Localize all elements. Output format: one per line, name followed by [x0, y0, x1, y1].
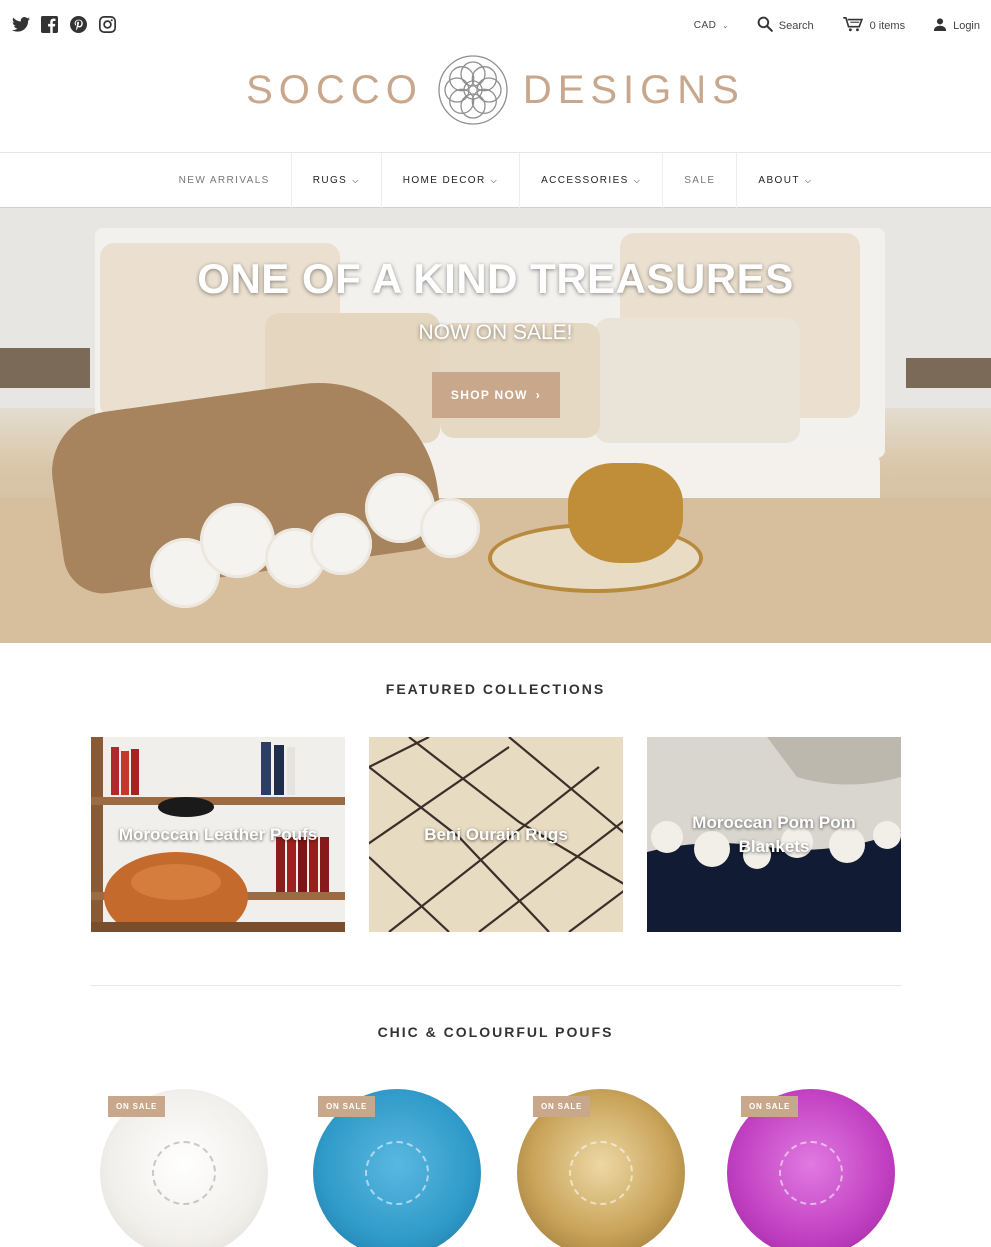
logo-right-word: DESIGNS	[522, 67, 745, 112]
cart-link[interactable]: 0 items	[842, 16, 905, 35]
pouf-stitching	[779, 1141, 843, 1205]
hero-image-nightstand	[906, 358, 991, 388]
pouf-stitching	[569, 1141, 633, 1205]
collection-card-poufs[interactable]: Moroccan Leather Poufs	[91, 737, 345, 932]
pinterest-icon[interactable]	[69, 15, 88, 34]
site-logo[interactable]: SOCCO DESIGNS	[0, 50, 991, 130]
on-sale-badge: ON SALE	[741, 1096, 799, 1117]
nav-new-arrivals[interactable]: NEW ARRIVALS	[158, 153, 292, 208]
collection-label: Beni Ourain Rugs	[424, 824, 568, 844]
currency-selector[interactable]: CAD ⌄	[694, 20, 729, 31]
collection-card-blankets[interactable]: Moroccan Pom Pom Blankets	[647, 737, 901, 932]
chevron-right-icon: ›	[535, 388, 542, 402]
top-bar: CAD ⌄ Search 0 items Login	[0, 0, 991, 52]
product-card[interactable]: ON SALE	[301, 1085, 481, 1247]
pouf-stitching	[365, 1141, 429, 1205]
chevron-down-icon: ⌄	[722, 22, 729, 30]
section-divider	[91, 985, 901, 986]
hero-image-pompom	[200, 503, 275, 578]
nav-rugs[interactable]: RUGS ⌵	[292, 153, 382, 208]
hero-title: ONE OF A KIND TREASURES	[197, 255, 794, 302]
logo-star-icon	[437, 54, 509, 126]
instagram-icon[interactable]	[98, 15, 117, 34]
nav-accessories[interactable]: ACCESSORIES ⌵	[520, 153, 664, 208]
nav-label: HOME DECOR	[402, 175, 486, 186]
on-sale-badge: ON SALE	[318, 1096, 376, 1117]
logo-left-word: SOCCO	[246, 67, 423, 112]
hero-image-teapot	[568, 463, 683, 563]
collection-card-rugs[interactable]: Beni Ourain Rugs	[369, 737, 623, 932]
pouf-stitching	[152, 1141, 216, 1205]
nav-label: SALE	[684, 175, 716, 186]
collection-label: Moroccan Pom Pom Blankets	[692, 812, 856, 856]
pouf-products: ON SALE ON SALE ON SALE ON SALE	[91, 1085, 901, 1247]
nav-about[interactable]: ABOUT ⌵	[737, 153, 833, 208]
chevron-down-icon: ⌵	[633, 175, 642, 185]
facebook-icon[interactable]	[40, 15, 59, 34]
login-link[interactable]: Login	[933, 17, 980, 34]
hero-banner: ONE OF A KIND TREASURES NOW ON SALE! SHO…	[0, 208, 991, 643]
hero-image-pompom	[310, 513, 372, 575]
utility-nav: CAD ⌄ Search 0 items Login	[666, 16, 980, 35]
on-sale-badge: ON SALE	[533, 1096, 591, 1117]
cart-icon	[842, 16, 864, 35]
shop-now-label: SHOP NOW	[450, 388, 528, 402]
hero-subtitle: NOW ON SALE!	[418, 321, 573, 344]
shop-now-button[interactable]: SHOP NOW ›	[432, 372, 560, 418]
login-label: Login	[953, 19, 980, 32]
nav-home-decor[interactable]: HOME DECOR ⌵	[382, 153, 521, 208]
nav-label: ABOUT	[758, 175, 800, 186]
cart-count: 0 items	[869, 19, 906, 32]
product-card[interactable]: ON SALE	[516, 1085, 696, 1247]
twitter-icon[interactable]	[11, 15, 30, 34]
nav-label: RUGS	[312, 175, 348, 186]
nav-sale[interactable]: SALE	[663, 153, 738, 208]
poufs-section-title: CHIC & COLOURFUL POUFS	[377, 1024, 614, 1040]
user-icon	[933, 17, 947, 34]
chevron-down-icon: ⌵	[490, 175, 499, 185]
chevron-down-icon: ⌵	[804, 175, 813, 185]
featured-collections-title: FEATURED COLLECTIONS	[385, 681, 606, 697]
search-icon	[757, 16, 773, 35]
social-links	[11, 15, 117, 34]
main-nav: NEW ARRIVALS RUGS ⌵ HOME DECOR ⌵ ACCESSORI…	[0, 152, 991, 208]
currency-label: CAD	[693, 20, 717, 31]
hero-image-nightstand	[0, 348, 90, 388]
product-card[interactable]: ON SALE	[724, 1085, 904, 1247]
hero-image-pompom	[420, 498, 480, 558]
featured-collections: Moroccan Leather Poufs Beni Ourain Rugs …	[91, 737, 901, 932]
product-card[interactable]: ON SALE	[91, 1085, 271, 1247]
on-sale-badge: ON SALE	[108, 1096, 166, 1117]
chevron-down-icon: ⌵	[352, 175, 360, 185]
search-link[interactable]: Search	[757, 16, 814, 35]
search-label: Search	[778, 19, 814, 32]
nav-label: NEW ARRIVALS	[178, 175, 270, 186]
collection-label: Moroccan Leather Poufs	[118, 824, 318, 844]
nav-label: ACCESSORIES	[541, 175, 629, 186]
